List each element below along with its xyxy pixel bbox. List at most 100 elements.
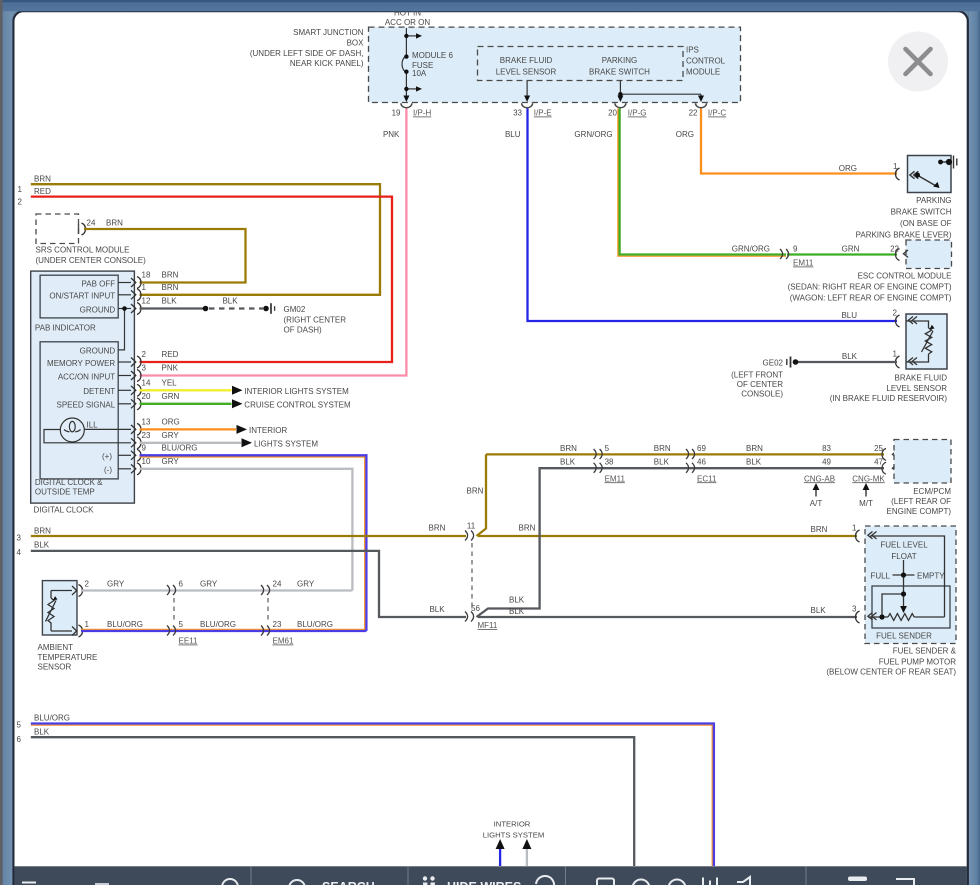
- svg-text:BRN: BRN: [746, 444, 763, 453]
- svg-text:3: 3: [17, 534, 22, 543]
- svg-text:CNG-MK: CNG-MK: [852, 474, 885, 483]
- svg-text:AMBIENT: AMBIENT: [38, 643, 74, 652]
- svg-text:BLU/ORG: BLU/ORG: [107, 620, 143, 629]
- svg-text:LEVEL SENSOR: LEVEL SENSOR: [496, 68, 557, 77]
- svg-text:46: 46: [697, 458, 706, 467]
- svg-text:DIGITAL CLOCK: DIGITAL CLOCK: [34, 506, 95, 515]
- svg-text:ORG: ORG: [162, 417, 180, 426]
- svg-text:OF CENTER: OF CENTER: [737, 380, 783, 389]
- svg-text:GM02: GM02: [284, 305, 306, 314]
- svg-text:INTERIOR LIGHTS SYSTEM: INTERIOR LIGHTS SYSTEM: [244, 387, 349, 396]
- svg-text:M/T: M/T: [859, 499, 873, 508]
- svg-text:MF11: MF11: [478, 621, 498, 630]
- svg-text:INTERIOR: INTERIOR: [249, 426, 287, 435]
- svg-text:SENSOR: SENSOR: [38, 663, 72, 672]
- svg-text:EM61: EM61: [273, 637, 294, 646]
- svg-text:BRN: BRN: [162, 271, 179, 280]
- svg-text:INTERIOR: INTERIOR: [494, 820, 531, 829]
- svg-text:BLK: BLK: [842, 352, 858, 361]
- svg-text:ORG: ORG: [676, 130, 694, 139]
- svg-text:PNK: PNK: [383, 130, 400, 139]
- svg-text:BRN: BRN: [560, 444, 577, 453]
- svg-text:FUEL SENDER &: FUEL SENDER &: [893, 647, 957, 656]
- svg-text:BRAKE SWITCH: BRAKE SWITCH: [891, 208, 952, 217]
- svg-text:3: 3: [142, 364, 147, 373]
- svg-text:1: 1: [142, 283, 147, 292]
- svg-text:BRN: BRN: [162, 283, 179, 292]
- svg-text:FUEL LEVEL: FUEL LEVEL: [880, 541, 928, 550]
- svg-text:TEMPERATURE: TEMPERATURE: [38, 653, 98, 662]
- svg-text:1: 1: [893, 350, 898, 359]
- svg-text:25: 25: [874, 444, 883, 453]
- svg-text:2: 2: [893, 309, 898, 318]
- svg-text:5: 5: [17, 721, 22, 730]
- svg-text:GROUND: GROUND: [80, 305, 116, 314]
- svg-text:BLK: BLK: [222, 297, 238, 306]
- svg-text:BLU/ORG: BLU/ORG: [297, 620, 333, 629]
- svg-text:I/P-H: I/P-H: [413, 109, 431, 118]
- svg-text:LEVEL SENSOR: LEVEL SENSOR: [886, 384, 947, 393]
- svg-text:9: 9: [793, 245, 798, 254]
- svg-text:22: 22: [689, 109, 698, 118]
- svg-text:6: 6: [17, 735, 22, 744]
- svg-text:BLK: BLK: [509, 596, 525, 605]
- svg-text:CONTROL: CONTROL: [686, 57, 726, 66]
- svg-text:RED: RED: [162, 350, 179, 359]
- svg-text:I/P-G: I/P-G: [628, 109, 647, 118]
- svg-text:GE02: GE02: [763, 359, 784, 368]
- svg-text:1: 1: [852, 524, 857, 533]
- svg-text:10: 10: [142, 457, 151, 466]
- svg-text:BRN: BRN: [811, 525, 828, 534]
- svg-text:47: 47: [874, 458, 883, 467]
- svg-text:(+): (+): [102, 452, 112, 461]
- svg-text:HIDE WIRES: HIDE WIRES: [447, 880, 521, 885]
- svg-text:SPEED SIGNAL: SPEED SIGNAL: [57, 401, 116, 410]
- svg-text:EMPTY: EMPTY: [917, 572, 945, 581]
- svg-text:A/T: A/T: [810, 499, 823, 508]
- svg-text:3: 3: [852, 605, 857, 614]
- svg-text:CRUISE CONTROL SYSTEM: CRUISE CONTROL SYSTEM: [244, 400, 351, 409]
- svg-text:18: 18: [142, 271, 151, 280]
- svg-text:5: 5: [605, 444, 610, 453]
- svg-text:BLK: BLK: [162, 297, 178, 306]
- svg-text:BRAKE FLUID: BRAKE FLUID: [895, 374, 948, 383]
- svg-text:20: 20: [142, 392, 151, 401]
- svg-text:GRN/ORG: GRN/ORG: [574, 130, 612, 139]
- svg-text:CONSOLE): CONSOLE): [741, 390, 783, 399]
- svg-text:BLK: BLK: [746, 458, 762, 467]
- svg-text:ECM/PCM: ECM/PCM: [913, 487, 951, 496]
- svg-text:PARKING: PARKING: [916, 196, 951, 205]
- svg-text:BLU/ORG: BLU/ORG: [34, 714, 70, 723]
- svg-text:49: 49: [822, 458, 831, 467]
- svg-text:56: 56: [471, 604, 480, 613]
- svg-text:(UNDER CENTER CONSOLE): (UNDER CENTER CONSOLE): [36, 256, 147, 265]
- svg-text:ORG: ORG: [839, 164, 857, 173]
- svg-text:14: 14: [142, 378, 151, 387]
- svg-text:EM11: EM11: [605, 474, 626, 483]
- svg-text:MEMORY POWER: MEMORY POWER: [47, 359, 115, 368]
- svg-text:PAB INDICATOR: PAB INDICATOR: [35, 324, 96, 333]
- svg-text:PARKING BRAKE LEVER): PARKING BRAKE LEVER): [856, 231, 952, 240]
- svg-text:2: 2: [85, 580, 90, 589]
- svg-text:EM11: EM11: [793, 259, 814, 268]
- svg-text:10A: 10A: [412, 69, 427, 78]
- svg-text:NEAR KICK PANEL): NEAR KICK PANEL): [290, 59, 364, 68]
- svg-text:BLU/ORG: BLU/ORG: [200, 620, 236, 629]
- svg-text:GROUND: GROUND: [80, 347, 116, 356]
- svg-text:4: 4: [17, 548, 22, 557]
- svg-text:CNG-AB: CNG-AB: [804, 474, 835, 483]
- svg-text:20: 20: [608, 109, 617, 118]
- svg-text:EC11: EC11: [697, 474, 717, 483]
- svg-text:2: 2: [142, 350, 147, 359]
- svg-text:BRN: BRN: [34, 175, 51, 184]
- svg-text:(-): (-): [104, 465, 112, 474]
- svg-text:11: 11: [467, 522, 476, 531]
- svg-text:GRN: GRN: [162, 392, 180, 401]
- svg-text:ENGINE COMPT): ENGINE COMPT): [887, 507, 952, 516]
- svg-text:(UNDER LEFT SIDE OF DASH,: (UNDER LEFT SIDE OF DASH,: [250, 49, 364, 58]
- svg-text:DIGITAL CLOCK &: DIGITAL CLOCK &: [35, 478, 103, 487]
- svg-text:PNK: PNK: [162, 364, 179, 373]
- svg-text:BLK: BLK: [34, 728, 50, 737]
- svg-text:BLK: BLK: [654, 458, 670, 467]
- svg-text:BRN: BRN: [106, 219, 123, 228]
